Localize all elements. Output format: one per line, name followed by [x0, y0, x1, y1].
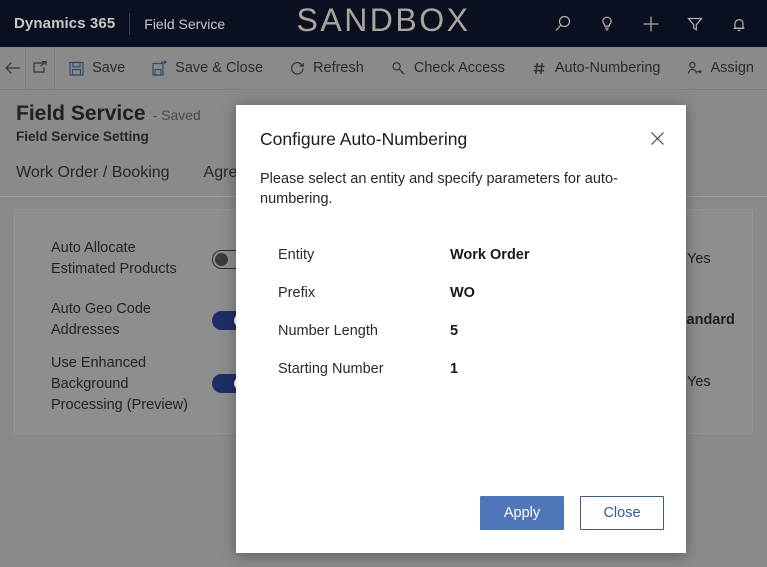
field-row-number-length[interactable]: Number Length 5 [278, 312, 686, 350]
auto-numbering-button-label: Auto-Numbering [554, 60, 661, 76]
field-value-number-length: 5 [450, 323, 459, 339]
save-button-label: Save [92, 60, 126, 76]
apply-button[interactable]: Apply [480, 496, 564, 530]
field-row-starting-number[interactable]: Starting Number 1 [278, 350, 686, 388]
assign-person-icon [686, 60, 703, 77]
close-button[interactable]: Close [580, 496, 664, 530]
dialog-description: Please select an entity and specify para… [260, 171, 618, 207]
top-navigation-bar: Dynamics 365 Field Service SANDBOX [0, 0, 767, 47]
nav-icon-group [541, 0, 761, 47]
field-label-starting-number: Starting Number [278, 361, 384, 377]
back-arrow-icon[interactable] [0, 46, 27, 90]
key-icon [390, 60, 407, 77]
field-label-prefix: Prefix [278, 285, 316, 301]
setting-value-enhanced-background: Yes [687, 374, 711, 390]
refresh-button[interactable]: Refresh [276, 47, 377, 90]
field-label-number-length: Number Length [278, 323, 378, 339]
assign-button-label: Assign [710, 60, 754, 76]
save-close-icon [151, 59, 168, 77]
dialog-title: Configure Auto-Numbering [260, 129, 468, 149]
lightbulb-icon[interactable] [585, 0, 629, 47]
page-title: Field Service [16, 102, 146, 125]
plus-icon[interactable] [629, 0, 673, 47]
field-row-prefix[interactable]: Prefix WO [278, 274, 686, 312]
dialog-field-list: Entity Work Order Prefix WO Number Lengt… [236, 209, 686, 388]
open-in-new-window-icon[interactable] [26, 46, 56, 90]
auto-numbering-button[interactable]: Auto-Numbering [518, 47, 674, 90]
tab-work-order-booking[interactable]: Work Order / Booking [16, 164, 170, 182]
hash-icon [531, 60, 548, 77]
field-value-prefix: WO [450, 285, 475, 301]
save-button[interactable]: Save [55, 47, 138, 90]
save-and-close-button-label: Save & Close [175, 60, 264, 76]
toggle-knob [215, 252, 228, 266]
save-icon [68, 60, 85, 77]
close-icon[interactable] [642, 123, 672, 153]
setting-label-auto-geo-code: Auto Geo Code Addresses [51, 301, 151, 338]
setting-label-enhanced-background: Use Enhanced Background Processing (Prev… [51, 355, 188, 413]
brand-area[interactable]: Dynamics 365 Field Service [0, 0, 225, 47]
configure-auto-numbering-dialog: Configure Auto-Numbering Please select a… [236, 105, 686, 553]
filter-icon[interactable] [673, 0, 717, 47]
check-access-button[interactable]: Check Access [377, 47, 518, 90]
field-row-entity[interactable]: Entity Work Order [278, 236, 686, 274]
brand-separator [129, 12, 131, 35]
refresh-icon [289, 60, 306, 77]
assign-button[interactable]: Assign [673, 47, 767, 90]
setting-label-auto-allocate: Auto Allocate Estimated Products [51, 240, 177, 277]
setting-value-auto-allocate: Yes [687, 251, 711, 267]
field-value-entity: Work Order [450, 247, 530, 263]
field-value-starting-number: 1 [450, 361, 459, 377]
brand-label: Dynamics 365 [14, 15, 116, 32]
dialog-action-bar: Apply Close [480, 496, 664, 530]
field-label-entity: Entity [278, 247, 315, 263]
bell-icon[interactable] [717, 0, 761, 47]
refresh-button-label: Refresh [313, 60, 364, 76]
dialog-header: Configure Auto-Numbering [236, 105, 686, 150]
save-and-close-button[interactable]: Save & Close [138, 47, 276, 90]
save-status-label: - Saved [152, 107, 201, 123]
app-root: Dynamics 365 Field Service SANDBOX Save … [0, 0, 767, 567]
command-bar: Save Save & Close Refresh Check Access A… [0, 46, 767, 90]
check-access-button-label: Check Access [413, 60, 505, 76]
app-name-label: Field Service [144, 15, 226, 32]
search-icon[interactable] [541, 0, 585, 47]
